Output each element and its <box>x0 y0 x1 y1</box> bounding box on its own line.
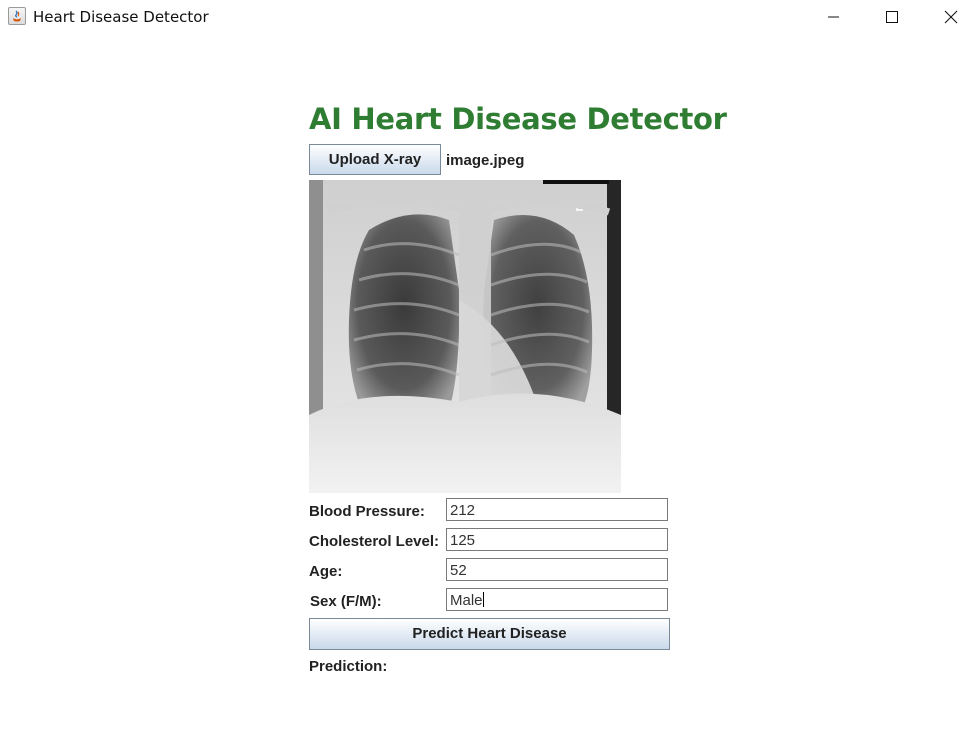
sex-value: Male <box>450 592 483 609</box>
window-title: Heart Disease Detector <box>33 8 209 26</box>
age-field[interactable]: 52 <box>446 558 668 581</box>
minimize-icon <box>828 16 839 18</box>
blood-pressure-label: Blood Pressure: <box>309 503 425 520</box>
chest-xray-image <box>309 180 621 493</box>
age-label: Age: <box>309 563 343 580</box>
close-icon <box>944 10 958 24</box>
blood-pressure-field[interactable]: 212 <box>446 498 668 521</box>
close-button[interactable] <box>928 0 974 34</box>
minimize-button[interactable] <box>811 0 857 34</box>
java-app-icon <box>8 7 26 25</box>
title-bar: Heart Disease Detector <box>0 0 980 34</box>
upload-xray-button[interactable]: Upload X-ray <box>309 144 441 175</box>
selected-file-name: image.jpeg <box>446 152 525 169</box>
maximize-button[interactable] <box>869 0 915 34</box>
maximize-icon <box>886 11 898 23</box>
prediction-label: Prediction: <box>309 658 388 675</box>
text-caret <box>482 592 484 607</box>
sex-label: Sex (F/M): <box>310 593 382 610</box>
cholesterol-field[interactable]: 125 <box>446 528 668 551</box>
predict-heart-disease-button[interactable]: Predict Heart Disease <box>309 618 670 650</box>
sex-field[interactable]: Male <box>446 588 668 611</box>
page-title: AI Heart Disease Detector <box>309 102 727 136</box>
cholesterol-label: Cholesterol Level: <box>309 533 440 550</box>
